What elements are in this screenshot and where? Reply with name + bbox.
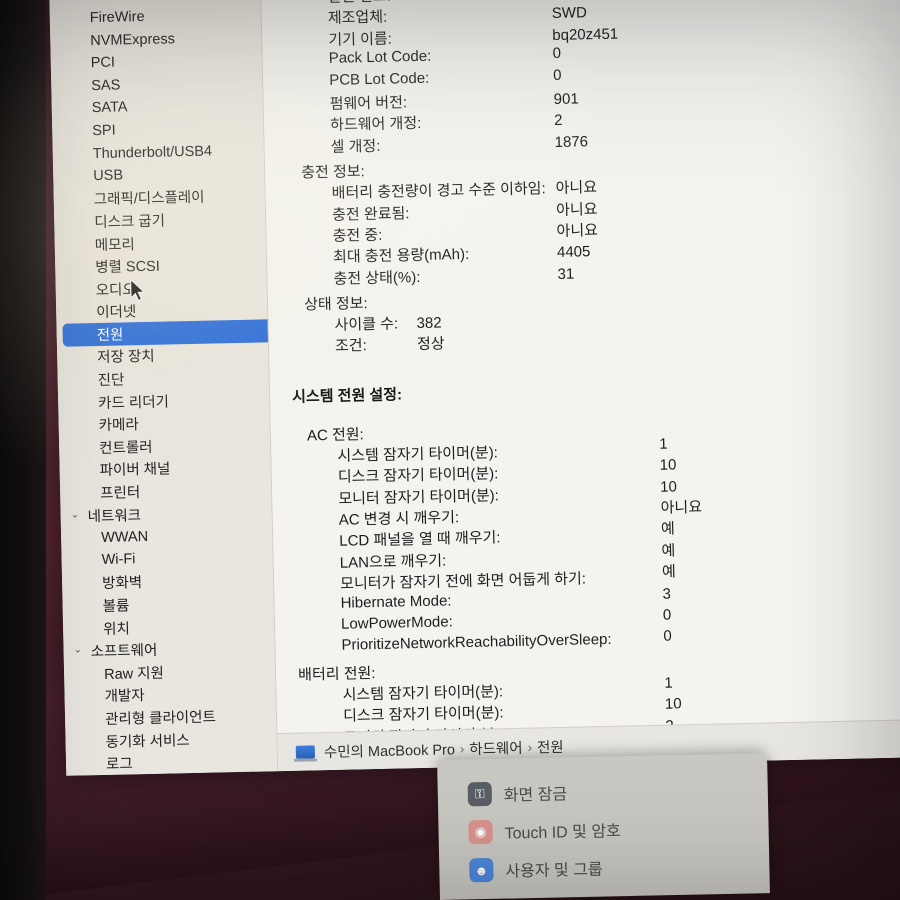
settings-item-0[interactable]: ⚿ 화면 잠금 (467, 769, 768, 813)
sidebar-item-label: NVMExpress (90, 30, 176, 49)
sidebar-item-label: 병렬 SCSI (95, 258, 160, 277)
sidebar-item-label: Raw 지원 (103, 665, 165, 683)
sidebar-item-label: Bluetooth (89, 0, 151, 4)
sidebar-item-label: SATA (91, 99, 128, 117)
users-icon: ☻ (469, 857, 494, 883)
ac-power-labels: 시스템 잠자기 타이머(분): 디스크 잠자기 타이머(분): 모니터 잠자기 타이… (293, 431, 900, 659)
sidebar-item-label: FireWire (89, 8, 145, 27)
info-label: 사이클 수: (334, 315, 399, 334)
ac-power-values: 1 10 10 아니요 예 예 예 3 0 0 (659, 433, 705, 648)
info-value: 2 (553, 112, 563, 130)
breadcrumb-power[interactable]: 전원 (537, 736, 564, 758)
info-value: 정상 (416, 335, 445, 354)
sidebar-item-label: 카드 리더기 (98, 394, 170, 412)
sidebar-item-label: PCI (90, 54, 116, 72)
setting-value: 0 (663, 627, 672, 646)
sidebar-item-label: Thunderbolt/USB4 (92, 143, 213, 162)
breadcrumb-separator-1: › (459, 741, 465, 757)
setting-value: 예 (661, 542, 676, 560)
info-value: 382 (416, 314, 442, 333)
setting-value: 10 (659, 456, 677, 475)
info-value: 0 (552, 66, 562, 84)
info-value: 아니요 (555, 200, 598, 219)
sidebar-item-label: 파이버 채널 (99, 461, 171, 480)
setting-value: 3 (662, 585, 672, 603)
sidebar-item-label: 동기화 서비스 (105, 732, 190, 751)
sidebar-item-label: WWAN (100, 528, 149, 546)
info-value: SWD (551, 4, 587, 23)
sidebar-item-label: 네트워크 (87, 507, 142, 525)
sidebar-item-label: 관리형 클라이언트 (104, 709, 217, 728)
macbook-icon (295, 745, 316, 759)
info-label: 조건: (334, 337, 367, 356)
sidebar[interactable]: ATAApple PayBluetoothFireWireNVMExpressP… (48, 0, 279, 776)
model-info-rows: 일련 번호:F8Y8331027CJ7PYA5제조업체:SWD기기 이름:bq2… (283, 0, 900, 158)
setting-value: 예 (660, 520, 676, 539)
sidebar-item-label: 로그 (105, 756, 133, 774)
sidebar-item-label: 그래픽/디스플레이 (93, 189, 205, 209)
setting-value: 10 (659, 478, 678, 496)
sidebar-item-label: 개발자 (104, 688, 145, 706)
sidebar-item-label: 카메라 (98, 417, 139, 435)
settings-item-label: 사용자 및 그룹 (505, 861, 603, 881)
sidebar-item-label: SPI (92, 122, 116, 140)
setting-value: 예 (661, 563, 677, 581)
system-settings-list[interactable]: ⚿ 화면 잠금 ◉ Touch ID 및 암호 ☻ 사용자 및 그룹 (467, 769, 769, 889)
settings-item-label: 화면 잠금 (503, 786, 568, 805)
info-value: 아니요 (556, 221, 599, 240)
system-information-window: ATAApple PayBluetoothFireWireNVMExpressP… (48, 0, 900, 776)
setting-value: 1 (659, 435, 668, 453)
setting-value: 0 (662, 606, 672, 624)
sidebar-item-label: 디스크 굽기 (94, 213, 166, 231)
sidebar-item-label: USB (93, 167, 124, 185)
info-value: bq20z451 (552, 25, 619, 44)
sidebar-item-36[interactable]: 로그 (66, 749, 278, 776)
settings-item-label: Touch ID 및 암호 (504, 823, 621, 843)
detail-pane: 배터리 정보: 모델 정보: 일련 번호:F8Y8331027CJ7PYA5제조… (259, 0, 900, 772)
screen-photo: ATAApple PayBluetoothFireWireNVMExpressP… (0, 0, 900, 900)
sidebar-item-label: 컨트롤러 (99, 439, 153, 457)
sidebar-item-label: 방화벽 (101, 575, 143, 593)
setting-value: 10 (664, 695, 682, 713)
sidebar-item-label: 소프트웨어 (90, 642, 158, 661)
fingerprint-icon: ◉ (468, 819, 493, 845)
info-value: 아니요 (555, 179, 598, 198)
settings-item-2[interactable]: ☻ 사용자 및 그룹 (469, 845, 770, 889)
sidebar-item-label: 이더넷 (96, 304, 137, 322)
sidebar-item-label: 전원 (96, 327, 124, 344)
sidebar-item-label: Wi-Fi (101, 551, 136, 569)
sidebar-item-label: 오디오 (95, 281, 136, 299)
sidebar-item-label: 볼륨 (102, 598, 130, 615)
breadcrumb-root[interactable]: 수민의 MacBook Pro (324, 738, 456, 762)
breadcrumb-hardware[interactable]: 하드웨어 (469, 737, 523, 759)
setting-value: 1 (664, 674, 673, 692)
info-value: 1876 (554, 133, 589, 151)
sidebar-item-label: 진단 (97, 372, 125, 390)
info-value: 31 (557, 265, 575, 283)
info-value: 901 (553, 90, 579, 108)
settings-item-1[interactable]: ◉ Touch ID 및 암호 (468, 807, 769, 851)
sidebar-item-label: 메모리 (94, 236, 135, 254)
sidebar-item-label: 저장 장치 (97, 349, 155, 367)
breadcrumb-separator-2: › (527, 739, 533, 755)
chevron-down-icon[interactable]: ⌄ (71, 509, 84, 520)
charge-info-rows: 배터리 충전량이 경고 수준 이하임: 아니요 충전 완료됨: 아니요 충전 중: 아니요… (287, 168, 900, 289)
setting-value: 아니요 (660, 498, 703, 517)
info-label: 충전 상태(%): (333, 268, 421, 288)
system-settings-panel[interactable]: ⚿ 화면 잠금 ◉ Touch ID 및 암호 ☻ 사용자 및 그룹 (437, 753, 770, 900)
sidebar-item-label: 위치 (102, 620, 130, 638)
ac-power-block: AC 전원: 시스템 잠자기 타이머(분): 디스크 잠자기 타이머(분): 모니터… (293, 410, 900, 659)
info-value: 4405 (556, 243, 591, 262)
sidebar-item-label: 프린터 (100, 485, 141, 503)
lock-icon: ⚿ (467, 781, 493, 807)
chevron-down-icon[interactable]: ⌄ (73, 645, 86, 656)
sidebar-list[interactable]: ATAApple PayBluetoothFireWireNVMExpressP… (48, 0, 279, 776)
screen-bezel-left (0, 0, 46, 900)
sidebar-item-label: SAS (91, 77, 121, 94)
info-label: 셀 개정: (330, 137, 381, 156)
info-value: 0 (552, 45, 562, 63)
